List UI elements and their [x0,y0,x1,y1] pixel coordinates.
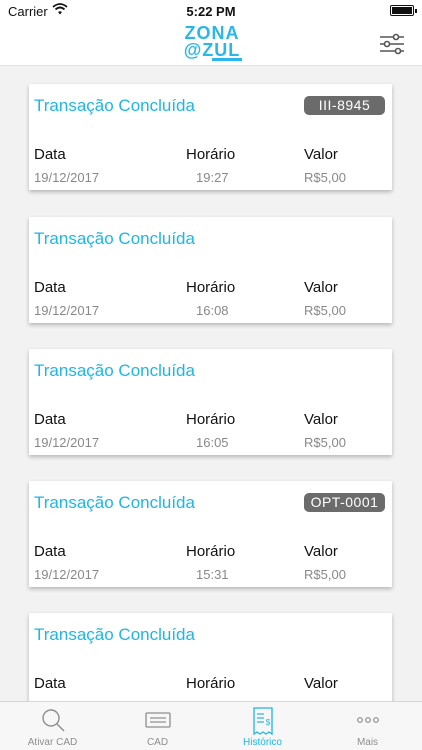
tab-label: CAD [146,737,169,748]
transaction-card[interactable]: Transação Concluída Data Horário Valor 1… [29,217,392,323]
receipt-icon: $ [210,707,315,735]
transaction-status: Transação Concluída [34,229,195,248]
transaction-card[interactable]: Transação Concluída Data Horário Valor [29,613,392,701]
filter-button[interactable] [378,32,406,56]
amount-value: R$5,00 [304,567,346,582]
date-label: Data [34,279,66,296]
date-value: 19/12/2017 [34,567,100,582]
value-label: Valor [304,279,338,296]
tab-label: Mais [356,737,379,748]
transaction-status: Transação Concluída [34,493,195,512]
status-bar: Carrier 5:22 PM [0,0,422,22]
amount-value: R$5,00 [304,303,346,318]
tab-label: Ativar CAD [27,737,78,748]
date-value: 19/12/2017 [34,303,100,318]
tab-ativar-cad[interactable]: Ativar CAD [0,702,105,750]
logo-line2: @ZUL [183,40,241,60]
amount-value: R$5,00 [304,435,346,450]
transaction-status: Transação Concluída [34,96,195,115]
tab-label: Histórico [243,737,282,748]
date-value: 19/12/2017 [34,170,100,185]
filter-sliders-icon [378,33,406,59]
time-value: 19:27 [196,170,229,185]
plate-badge: OPT-0001 [304,493,385,512]
transaction-list[interactable]: Transação Concluída III-8945 Data Horári… [0,67,422,701]
tab-cad[interactable]: CAD [105,702,210,750]
date-label: Data [34,675,66,692]
time-value: 16:08 [196,303,229,318]
transaction-status: Transação Concluída [34,625,195,644]
more-icon [315,707,420,733]
time-label: Horário [186,543,236,560]
plate-badge: III-8945 [304,96,385,115]
time-value: 16:05 [196,435,229,450]
time-label: Horário [186,146,236,163]
tab-mais[interactable]: Mais [315,702,420,750]
transaction-status: Transação Concluída [34,361,195,380]
tab-bar: Ativar CAD CAD $ Histórico Mais [0,701,422,750]
search-icon [0,707,105,733]
time-value: 15:31 [196,567,229,582]
transaction-card[interactable]: Transação Concluída III-8945 Data Horári… [29,84,392,190]
date-label: Data [34,543,66,560]
logo-tag [212,58,242,61]
transaction-card[interactable]: Transação Concluída OPT-0001 Data Horári… [29,481,392,587]
time-label: Horário [186,675,236,692]
ticket-icon [105,707,210,733]
date-label: Data [34,146,66,163]
time-label: Horário [186,411,236,428]
tab-historico[interactable]: $ Histórico [210,702,315,750]
nav-bar: ZONA @ZUL [0,22,422,66]
value-label: Valor [304,675,338,692]
value-label: Valor [304,543,338,560]
date-label: Data [34,411,66,428]
svg-text:$: $ [265,718,270,727]
clock: 5:22 PM [186,4,236,19]
battery-icon [390,5,417,16]
transaction-card[interactable]: Transação Concluída Data Horário Valor 1… [29,349,392,455]
amount-value: R$5,00 [304,170,346,185]
zona-azul-logo: ZONA @ZUL [176,24,248,64]
value-label: Valor [304,411,338,428]
date-value: 19/12/2017 [34,435,100,450]
time-label: Horário [186,279,236,296]
value-label: Valor [304,146,338,163]
